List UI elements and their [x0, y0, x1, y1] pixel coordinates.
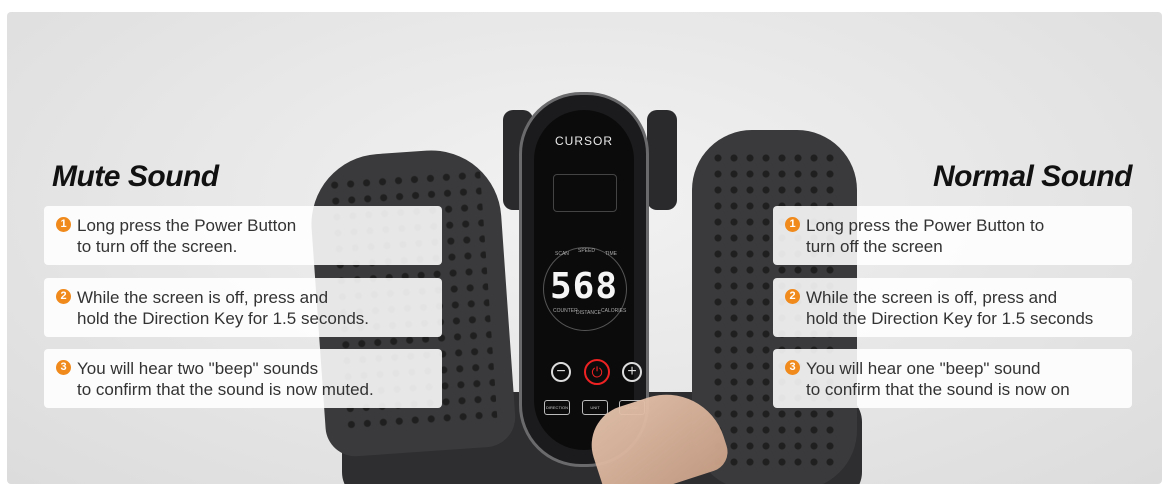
dial-label-scan: SCAN — [555, 251, 569, 257]
console-arm-right — [647, 110, 677, 210]
mute-step-2: 2 While the screen is off, press and hol… — [44, 278, 442, 337]
plus-button: + — [622, 362, 642, 382]
step-text-line2: hold the Direction Key for 1.5 seconds. — [77, 309, 369, 328]
dial-label-time: TIME — [605, 251, 617, 257]
mute-step-1: 1 Long press the Power Button to turn of… — [44, 206, 442, 265]
step-text-line1: Long press the Power Button to — [806, 216, 1045, 235]
normal-step-2: 2 While the screen is off, press and hol… — [773, 278, 1132, 337]
dial-label-distance: DISTANCE — [576, 310, 601, 316]
normal-step-3: 3 You will hear one "beep" sound to conf… — [773, 349, 1132, 408]
step-number-icon: 1 — [56, 217, 71, 232]
normal-step-1: 1 Long press the Power Button to turn of… — [773, 206, 1132, 265]
minus-button: − — [551, 362, 571, 382]
step-number-icon: 2 — [785, 289, 800, 304]
product-image: CURSOR SCAN SPEED TIME 568 COUNTER DISTA… — [7, 12, 1162, 484]
display-readout: 568 — [549, 266, 619, 307]
step-text-line2: to turn off the screen. — [77, 237, 238, 256]
step-number-icon: 3 — [56, 360, 71, 375]
power-icon: ⏻ — [584, 359, 610, 385]
step-text-line1: While the screen is off, press and — [77, 288, 329, 307]
step-text-line2: to confirm that the sound is now on — [806, 380, 1070, 399]
step-text-line2: to confirm that the sound is now muted. — [77, 380, 374, 399]
step-text-line2: hold the Direction Key for 1.5 seconds — [806, 309, 1094, 328]
step-number-icon: 1 — [785, 217, 800, 232]
direction-key: DIRECTION — [544, 400, 570, 415]
step-text-line1: You will hear two "beep" sounds — [77, 359, 319, 378]
dial-label-counter: COUNTER — [553, 308, 578, 314]
normal-sound-title: Normal Sound — [932, 160, 1133, 193]
mute-step-3: 3 You will hear two "beep" sounds to con… — [44, 349, 442, 408]
brand-logo: CURSOR — [554, 134, 613, 148]
step-text-line1: Long press the Power Button — [77, 216, 297, 235]
dial-label-speed: SPEED — [578, 248, 595, 254]
step-number-icon: 3 — [785, 360, 800, 375]
dial-label-calories: CALORIES — [601, 308, 627, 314]
step-text-line1: You will hear one "beep" sound — [806, 359, 1041, 378]
display-window — [553, 174, 617, 212]
unit-key: UNIT — [582, 400, 608, 415]
mute-sound-title: Mute Sound — [52, 160, 219, 193]
step-number-icon: 2 — [56, 289, 71, 304]
step-text-line2: turn off the screen — [806, 237, 943, 256]
step-text-line1: While the screen is off, press and — [806, 288, 1058, 307]
